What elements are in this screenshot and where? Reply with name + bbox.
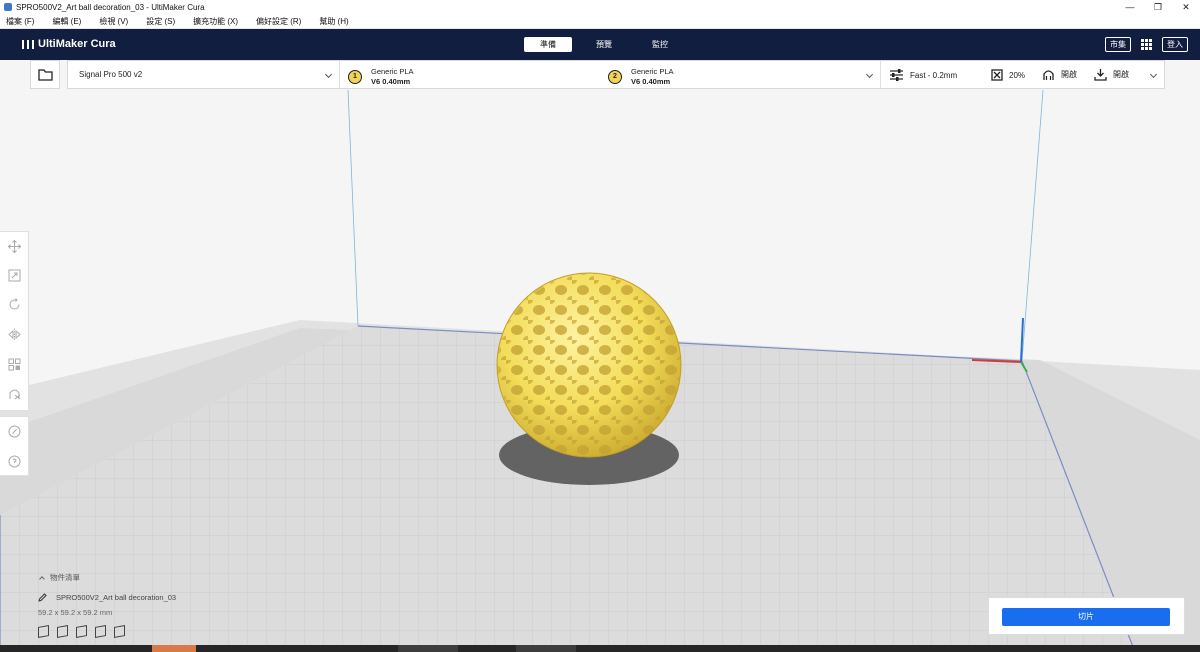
menu-preferences[interactable]: 偏好設定 (R) <box>256 16 301 27</box>
cura-app-icon <box>4 3 12 11</box>
menu-extensions[interactable]: 擴充功能 (X) <box>193 16 238 27</box>
window-titlebar: SPRO500V2_Art ball decoration_03 - UltiM… <box>0 0 1200 14</box>
profile-value: Fast - 0.2mm <box>910 70 958 80</box>
sliders-icon <box>890 69 903 81</box>
app-header: UltiMaker Cura 準備 預覽 監控 市集 登入 <box>0 29 1200 60</box>
slice-button[interactable]: 切片 <box>1002 608 1170 626</box>
extruder-2[interactable]: 2 Generic PLA V6 0.40mm <box>608 67 674 87</box>
per-model-settings-icon[interactable] <box>8 358 21 371</box>
support-setting: 開啟 <box>1042 68 1077 81</box>
camera-view-buttons <box>38 625 176 638</box>
support-icon <box>1043 70 1054 80</box>
menu-file[interactable]: 檔案 (F) <box>6 16 34 27</box>
extruder-1-badge: 1 <box>348 70 362 84</box>
printer-selector[interactable]: Signal Pro 500 v2 <box>68 61 340 88</box>
restore-button[interactable]: ❐ <box>1144 0 1172 14</box>
tab-monitor[interactable]: 監控 <box>636 37 684 52</box>
object-name: SPRO500V2_Art ball decoration_03 <box>56 593 177 602</box>
scale-tool-icon[interactable] <box>8 269 21 282</box>
view-right-icon[interactable] <box>114 625 125 638</box>
extruder-selector[interactable]: 1 Generic PLA V6 0.40mm 2 Generic PLA V6… <box>340 61 881 88</box>
object-list: 物件清單 SPRO500V2_Art ball decoration_03 59… <box>38 572 176 638</box>
extra-tool-rail <box>0 416 29 476</box>
extruder-1-nozzle: V6 0.40mm <box>371 77 411 86</box>
close-button[interactable]: ✕ <box>1172 0 1200 14</box>
chevron-up-icon <box>39 575 45 582</box>
window-title: SPRO500V2_Art ball decoration_03 - UltiM… <box>16 2 205 12</box>
transform-tool-rail <box>0 231 29 411</box>
ultimaker-logo-icon <box>22 39 34 49</box>
taskbar-app-highlight[interactable] <box>152 645 196 652</box>
view-top-icon[interactable] <box>76 625 87 638</box>
extruder-2-badge: 2 <box>608 70 622 84</box>
view-left-icon[interactable] <box>95 625 106 638</box>
art-ball-model[interactable] <box>496 272 682 458</box>
adhesion-value: 開啟 <box>1113 70 1129 79</box>
chevron-down-icon <box>324 70 333 79</box>
object-row[interactable]: SPRO500V2_Art ball decoration_03 <box>38 593 176 602</box>
menu-view[interactable]: 檢視 (V) <box>99 16 128 27</box>
stage-tabs: 準備 預覽 監控 <box>524 37 692 52</box>
print-settings-selector[interactable]: Fast - 0.2mm 20% 開啟 開啟 <box>881 61 1164 88</box>
app-switcher-grid-icon[interactable] <box>1141 39 1152 50</box>
profile-setting: Fast - 0.2mm <box>889 69 957 81</box>
menu-bar: 檔案 (F) 編輯 (E) 檢視 (V) 設定 (S) 擴充功能 (X) 偏好設… <box>0 14 1200 29</box>
view-3d-icon[interactable] <box>38 625 49 638</box>
taskbar-app-button[interactable] <box>516 645 576 652</box>
menu-help[interactable]: 幫助 (H) <box>319 16 348 27</box>
3d-viewport[interactable] <box>0 60 1200 652</box>
move-tool-icon[interactable] <box>8 240 21 253</box>
rotate-tool-icon[interactable] <box>8 298 21 311</box>
minimize-button[interactable]: — <box>1116 0 1144 14</box>
object-list-toggle[interactable]: 物件清單 <box>38 572 176 583</box>
infill-value: 20% <box>1009 70 1026 80</box>
tab-prepare[interactable]: 準備 <box>524 37 572 52</box>
window-controls: — ❐ ✕ <box>1116 0 1200 14</box>
open-file-button[interactable] <box>30 60 60 89</box>
infill-icon <box>991 69 1003 81</box>
extruder-2-nozzle: V6 0.40mm <box>631 77 671 86</box>
header-actions: 市集 登入 <box>1095 37 1188 52</box>
object-dimensions: 59.2 x 59.2 x 59.2 mm <box>38 608 113 617</box>
folder-icon <box>37 68 53 81</box>
sign-in-button[interactable]: 登入 <box>1162 37 1188 52</box>
extruder-2-material: Generic PLA <box>631 67 674 76</box>
chevron-down-icon <box>865 70 874 79</box>
build-volume-scene <box>0 89 1200 652</box>
marketplace-button[interactable]: 市集 <box>1105 37 1131 52</box>
slice-panel: 切片 <box>988 597 1185 635</box>
print-setup-toolbar: Signal Pro 500 v2 1 Generic PLA V6 0.40m… <box>67 60 1165 89</box>
extruder-1[interactable]: 1 Generic PLA V6 0.40mm <box>348 67 414 87</box>
pencil-icon[interactable] <box>38 593 47 602</box>
view-front-icon[interactable] <box>57 625 68 638</box>
paint-tool-icon[interactable] <box>8 425 21 438</box>
mirror-tool-icon[interactable] <box>8 328 21 341</box>
extruder-1-material: Generic PLA <box>371 67 414 76</box>
adhesion-setting: 開啟 <box>1094 68 1129 81</box>
adhesion-icon <box>1094 69 1107 81</box>
menu-edit[interactable]: 編輯 (E) <box>52 16 81 27</box>
menu-settings[interactable]: 設定 (S) <box>146 16 175 27</box>
infill-setting: 20% <box>991 69 1025 81</box>
object-list-heading: 物件清單 <box>50 573 80 582</box>
help-tool-icon[interactable] <box>8 455 21 468</box>
taskbar-app-button[interactable] <box>398 645 458 652</box>
printer-name: Signal Pro 500 v2 <box>79 70 143 79</box>
chevron-down-icon <box>1149 70 1158 79</box>
ultimaker-logo: UltiMaker Cura <box>22 38 116 50</box>
support-blocker-icon[interactable] <box>8 387 21 400</box>
logo-text: UltiMaker Cura <box>38 38 116 50</box>
tab-preview[interactable]: 預覽 <box>580 37 628 52</box>
support-value: 開啟 <box>1061 70 1077 79</box>
